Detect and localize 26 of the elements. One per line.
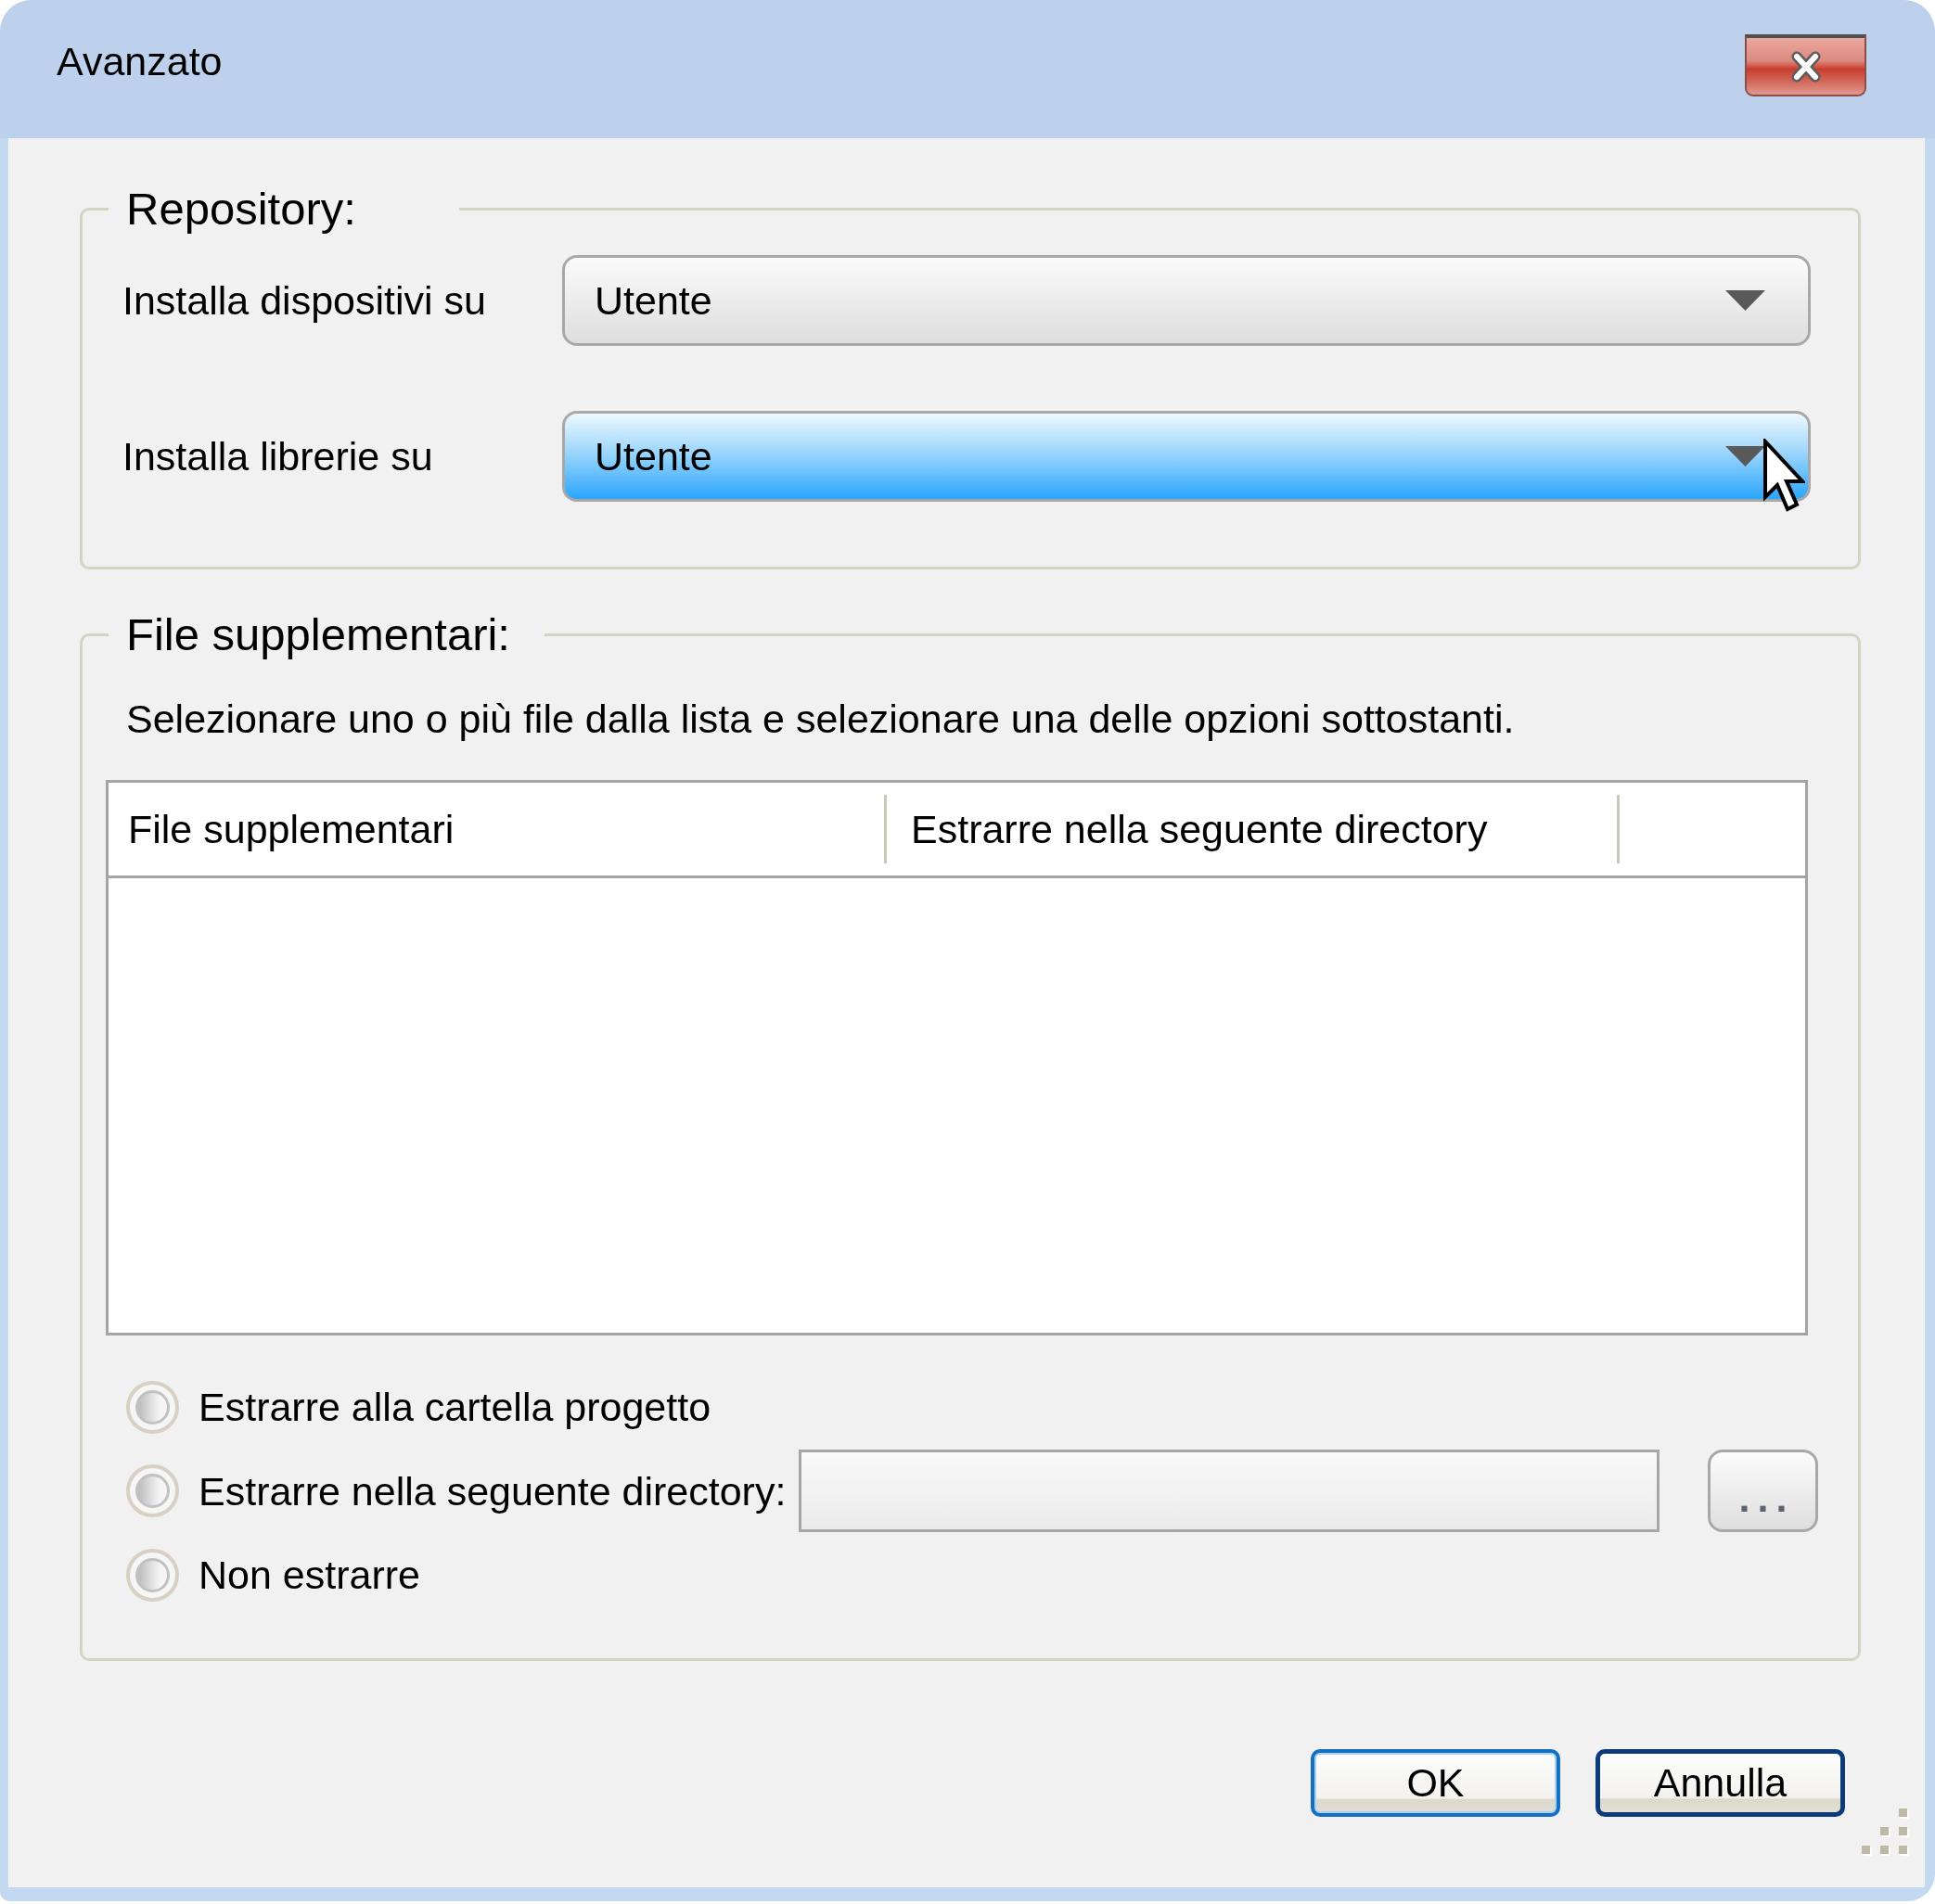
radio-label: Estrarre nella seguente directory:	[199, 1467, 787, 1514]
group-title: File supplementari:	[126, 609, 510, 659]
window-title: Avanzato	[57, 38, 223, 84]
radio-label: Non estrarre	[199, 1552, 420, 1598]
dialog-button[interactable]: Annulla	[1595, 1749, 1845, 1817]
dialog-button[interactable]: OK	[1311, 1749, 1560, 1817]
dropdown[interactable]: Utente	[562, 255, 1811, 346]
radio-button[interactable]	[126, 1380, 179, 1434]
column-header[interactable]: File supplementari	[109, 783, 884, 875]
radio-button[interactable]	[126, 1548, 179, 1602]
close-icon	[1790, 50, 1821, 83]
radio-button[interactable]	[126, 1464, 179, 1517]
radio-label: Estrarre alla cartella progetto	[199, 1384, 711, 1430]
dropdown[interactable]: Utente	[562, 411, 1811, 502]
group-title: Repository:	[126, 184, 356, 234]
field-label: Installa librerie su	[122, 433, 434, 479]
column-header[interactable]: Estrarre nella seguente directory	[887, 783, 1617, 875]
instruction-text: Selezionare uno o più file dalla lista e selezionare una delle opzioni sottostanti.	[126, 696, 1515, 741]
file-list-table[interactable]: File supplementari Estrarre nella seguente directory	[106, 780, 1808, 1335]
directory-field[interactable]	[799, 1450, 1659, 1532]
close-button[interactable]	[1745, 34, 1866, 96]
caret-icon	[1725, 446, 1765, 466]
resize-grip-icon[interactable]	[1862, 1808, 1909, 1856]
field-label: Installa dispositivi su	[122, 277, 487, 324]
caret-icon	[1725, 290, 1765, 311]
browse-button[interactable]: ...	[1708, 1450, 1818, 1532]
